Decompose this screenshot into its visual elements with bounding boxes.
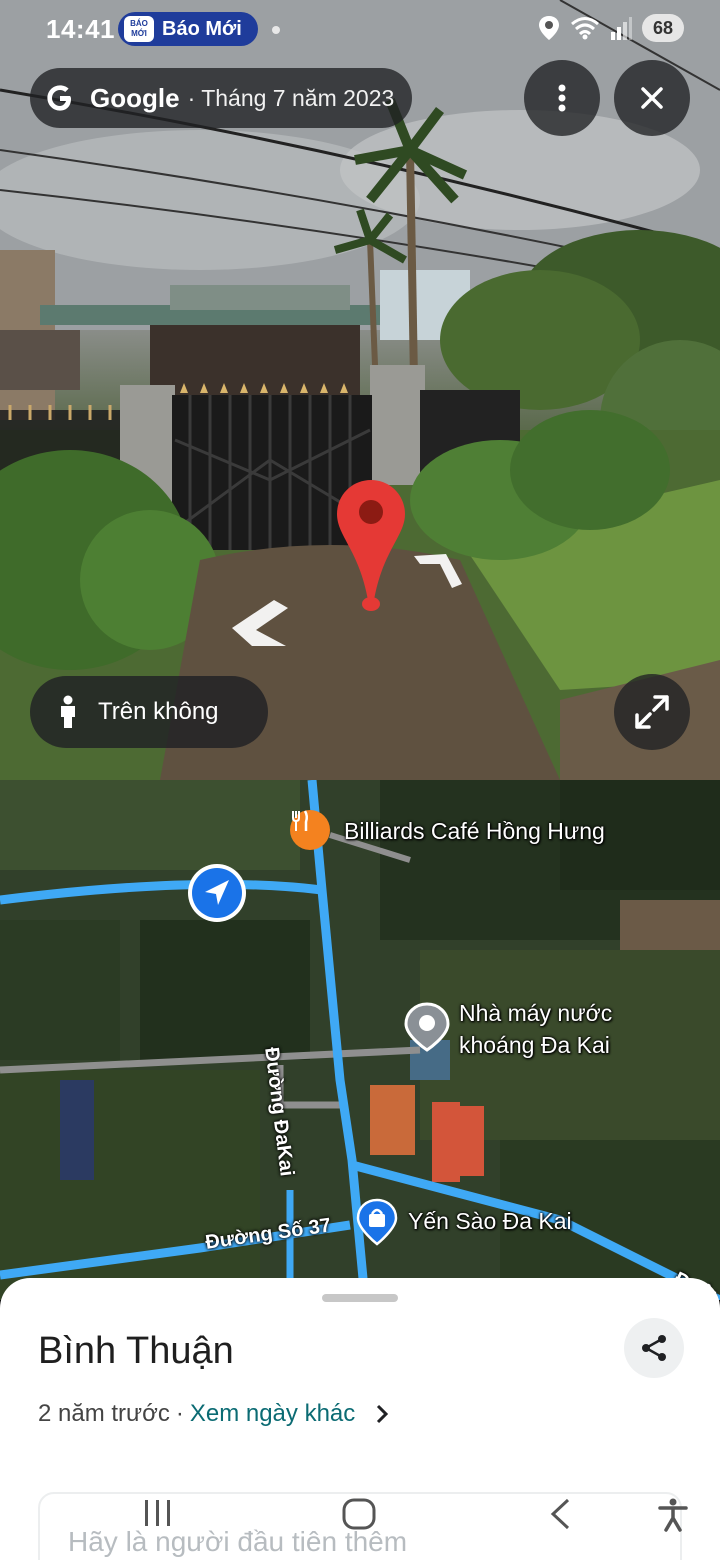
expand-icon [635,695,669,729]
clock: 14:41 [46,14,115,44]
close-button[interactable] [614,60,690,136]
current-location-icon[interactable] [186,862,248,924]
status-icons: 68 [538,14,684,42]
nav-arrow-left-icon[interactable] [230,598,292,650]
aerial-view-label: Trên không [98,698,219,725]
poi-factory-label-line2[interactable]: khoáng Đa Kai [459,1032,610,1059]
news-app-notification-pill[interactable]: BÁO MỚI Báo Mới [118,12,258,46]
google-brand: Google [90,82,180,113]
share-button[interactable] [624,1318,684,1378]
nav-arrow-right-icon[interactable] [412,550,464,590]
poi-nest-label[interactable]: Yến Sào Đa Kai [408,1208,572,1235]
battery-indicator: 68 [642,14,684,42]
share-icon [642,1335,666,1361]
signal-icon [611,17,632,40]
restaurant-poi-icon[interactable] [290,810,330,850]
recent-apps-icon[interactable] [142,1498,174,1528]
close-icon [641,87,663,109]
shopping-bag-icon [356,1198,398,1246]
back-icon[interactable] [548,1498,572,1530]
street-view-panorama[interactable]: 14:41 BÁO MỚI Báo Mới 68 Google · Tháng … [0,0,720,780]
shopping-poi-icon[interactable] [356,1198,398,1246]
imagery-age-row: 2 năm trước · Xem ngày khác [38,1400,389,1428]
home-icon[interactable] [342,1498,376,1530]
aerial-view-button[interactable]: Trên không [30,676,268,748]
chevron-right-icon[interactable] [375,1404,389,1424]
factory-poi-icon[interactable] [404,1002,450,1052]
system-nav-bar [0,1480,720,1560]
news-app-label: Báo Mới [162,17,242,40]
imagery-date-pill[interactable]: Google · Tháng 7 năm 2023 [30,68,412,128]
more-vert-icon [558,84,566,112]
place-marker-icon [404,1002,450,1052]
other-dates-link[interactable]: Xem ngày khác [190,1400,355,1428]
drag-handle[interactable] [322,1294,398,1302]
separator: · [175,1400,184,1427]
poi-factory-label-line1[interactable]: Nhà máy nước [459,1000,612,1027]
wifi-icon [571,17,599,40]
imagery-age: 2 năm trước [38,1400,170,1427]
status-bar: 14:41 BÁO MỚI Báo Mới 68 [0,0,720,60]
notification-dot [272,26,280,34]
more-options-button[interactable] [524,60,600,136]
imagery-date: · Tháng 7 năm 2023 [187,84,395,111]
google-g-icon [47,85,71,111]
accessibility-icon[interactable] [658,1498,688,1532]
pegman-icon [61,695,75,728]
satellite-map[interactable]: Billiards Café Hồng Hưng Nhà máy nước kh… [0,780,720,1300]
place-title: Bình Thuận [38,1330,234,1372]
place-pin-icon [337,480,405,611]
poi-billiards-label[interactable]: Billiards Café Hồng Hưng [344,818,605,845]
expand-button[interactable] [614,674,690,750]
fork-knife-icon [292,810,309,831]
news-app-logo: BÁO MỚI [124,16,154,42]
location-icon [539,16,559,40]
